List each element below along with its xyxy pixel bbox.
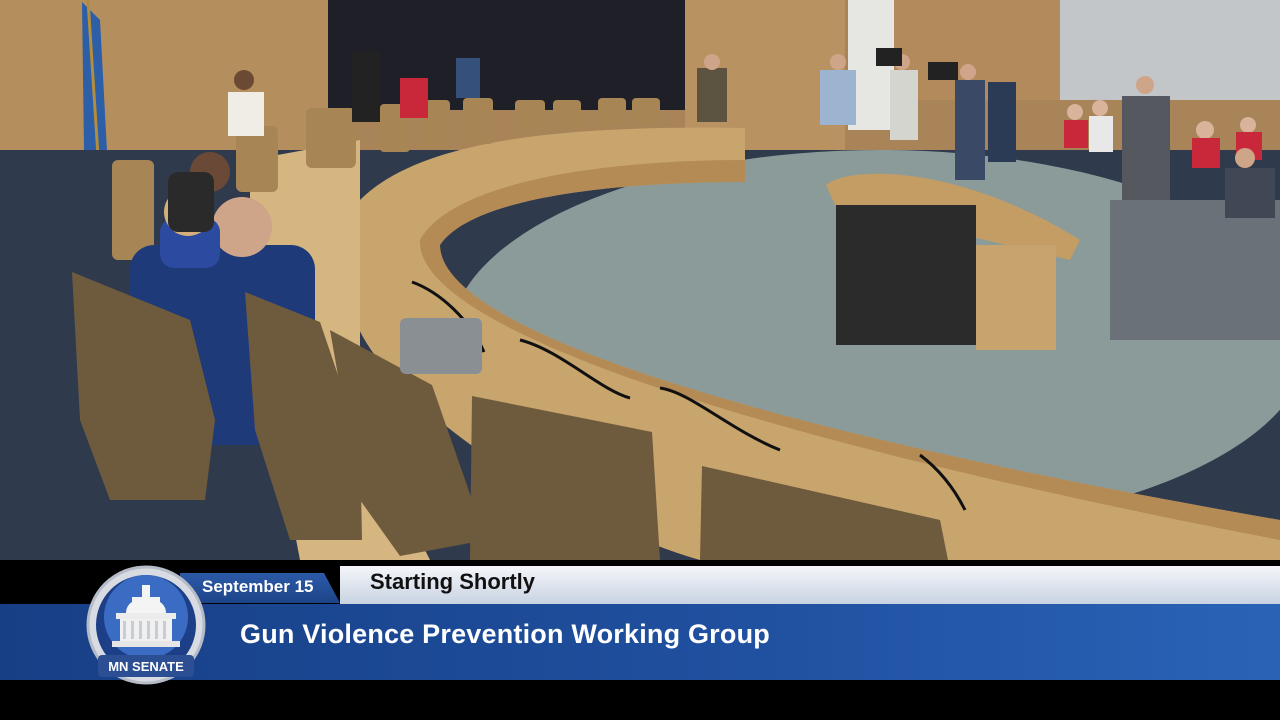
dark-wall-section [328, 0, 685, 110]
video-frame: September 15 Starting Shortly Gun Violen… [0, 0, 1280, 720]
desk-bag [400, 318, 482, 374]
hearing-room-scene [0, 0, 1280, 560]
broadcast-date: September 15 [202, 577, 314, 596]
witness-table-base [836, 205, 976, 345]
senate-logo-text: MN SENATE [108, 659, 184, 674]
gallery-wall [1060, 0, 1280, 100]
gallery-rail [1110, 200, 1280, 340]
broadcast-title: Gun Violence Prevention Working Group [240, 619, 770, 649]
broadcast-status: Starting Shortly [370, 569, 536, 594]
witness-table-side [976, 245, 1056, 350]
